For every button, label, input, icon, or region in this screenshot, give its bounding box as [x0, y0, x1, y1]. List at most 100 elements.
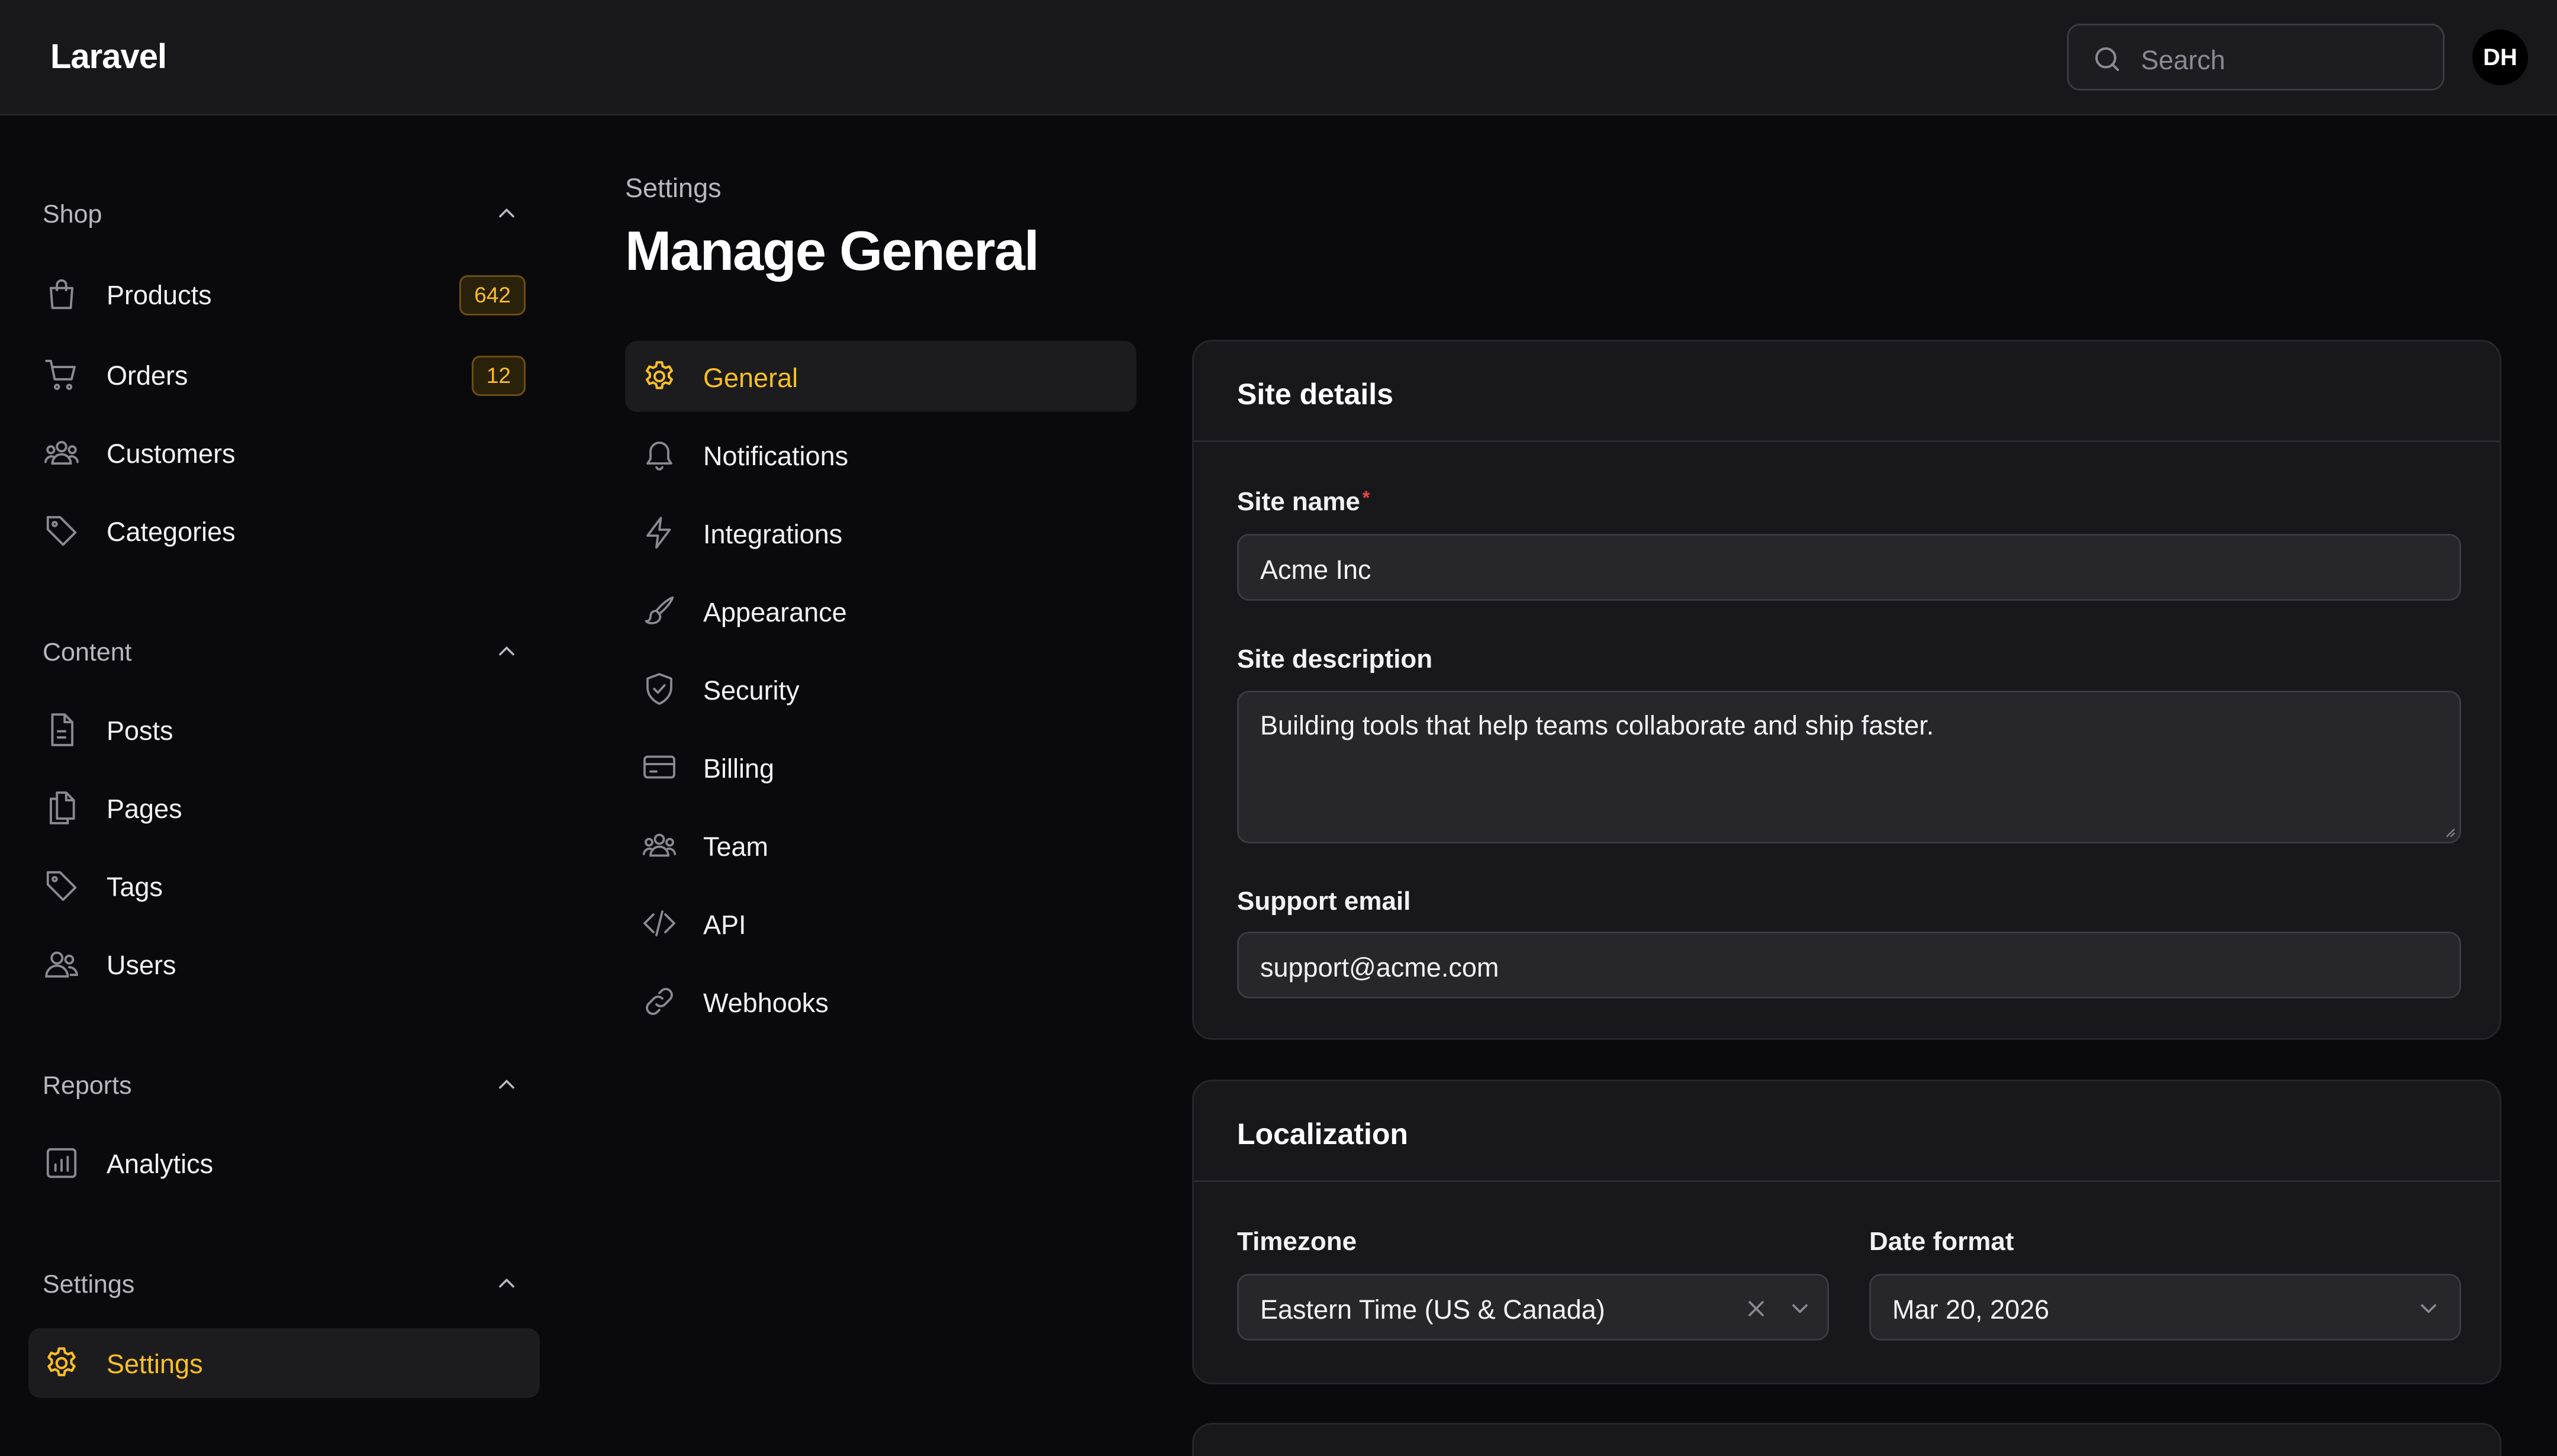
support-email-value: support@acme.com	[1260, 952, 1499, 983]
subnav-item-team[interactable]: Team	[625, 810, 1136, 881]
chevron-up-icon[interactable]	[494, 200, 520, 226]
sidebar-item-label: Users	[107, 950, 176, 980]
subnav-label: Webhooks	[703, 988, 829, 1018]
sidebar-item-label: Categories	[107, 517, 236, 547]
required-indicator: *	[1362, 487, 1370, 508]
count-badge: 642	[459, 275, 526, 315]
sidebar-item-customers[interactable]: Customers	[28, 418, 540, 488]
sidebar-item-label: Tags	[107, 872, 163, 902]
clear-icon[interactable]	[1743, 1296, 1769, 1322]
top-bar: Laravel Search DH	[0, 0, 2557, 115]
chevron-up-icon[interactable]	[494, 1071, 520, 1097]
card-header: Localization	[1194, 1081, 2500, 1182]
users-icon	[45, 951, 78, 978]
subnav-label: Notifications	[703, 441, 849, 471]
avatar[interactable]: DH	[2472, 30, 2528, 85]
tag-icon	[46, 516, 77, 546]
search-input[interactable]: Search	[2141, 45, 2226, 76]
subnav-label: Billing	[703, 753, 775, 784]
tag-icon	[46, 871, 77, 901]
shopping-bag-icon	[49, 279, 74, 310]
sidebar-item-tags[interactable]: Tags	[28, 851, 540, 921]
shopping-cart-icon	[45, 359, 76, 390]
subnav-item-security[interactable]: Security	[625, 653, 1136, 724]
sidebar-item-label: Orders	[107, 360, 188, 391]
support-email-field[interactable]: support@acme.com	[1237, 932, 2461, 998]
subnav-label: General	[703, 363, 798, 393]
timezone-label: Timezone	[1237, 1227, 1357, 1256]
link-icon	[646, 988, 673, 1015]
sidebar-item-orders[interactable]: Orders 12	[28, 340, 540, 410]
chevron-down-icon[interactable]	[2416, 1296, 2442, 1322]
sidebar-item-pages[interactable]: Pages	[28, 773, 540, 843]
chevron-up-icon[interactable]	[494, 638, 520, 664]
support-email-label: Support email	[1237, 887, 1411, 916]
gear-icon	[47, 1347, 76, 1377]
timezone-value: Eastern Time (US & Canada)	[1260, 1294, 1605, 1325]
card-title: Localization	[1237, 1117, 1408, 1151]
sidebar-item-label: Pages	[107, 794, 182, 824]
subnav-item-api[interactable]: API	[625, 888, 1136, 959]
subnav-item-general[interactable]: General	[625, 341, 1136, 412]
site-description-label: Site description	[1237, 645, 1433, 674]
sidebar-item-analytics[interactable]: Analytics	[28, 1128, 540, 1198]
subnav-label: API	[703, 910, 746, 940]
sidebar-item-users[interactable]: Users	[28, 929, 540, 999]
site-name-field[interactable]: Acme Inc	[1237, 534, 2461, 601]
timezone-select[interactable]: Eastern Time (US & Canada)	[1237, 1274, 1829, 1341]
subnav-label: Security	[703, 675, 800, 706]
sidebar-item-posts[interactable]: Posts	[28, 695, 540, 765]
count-badge: 12	[471, 356, 526, 396]
documents-icon	[49, 791, 75, 824]
credit-card-icon	[643, 755, 675, 779]
date-format-select[interactable]: Mar 20, 2026	[1869, 1274, 2461, 1341]
site-name-value: Acme Inc	[1260, 555, 1371, 585]
sidebar-group-reports-title[interactable]: Reports	[43, 1071, 132, 1100]
breadcrumb[interactable]: Settings	[625, 173, 722, 204]
site-description-textarea[interactable]: Building tools that help teams collabora…	[1237, 691, 2461, 843]
sidebar-item-label: Customers	[107, 439, 236, 469]
next-section-card	[1192, 1423, 2501, 1456]
card-title: Site details	[1237, 378, 1393, 411]
sidebar-item-products[interactable]: Products 642	[28, 259, 540, 329]
subnav-item-notifications[interactable]: Notifications	[625, 419, 1136, 490]
sidebar-item-categories[interactable]: Categories	[28, 496, 540, 566]
gear-icon	[646, 361, 673, 389]
card-header: Site details	[1194, 342, 2500, 442]
subnav-label: Appearance	[703, 597, 847, 627]
shield-check-icon	[646, 673, 672, 705]
subnav-item-webhooks[interactable]: Webhooks	[625, 966, 1136, 1037]
site-description-value: Building tools that help teams collabora…	[1260, 710, 1934, 740]
subnav-label: Team	[703, 832, 769, 862]
chevron-down-icon[interactable]	[1787, 1296, 1813, 1322]
chart-bar-icon	[46, 1148, 77, 1178]
site-details-card: Site details Site name * Acme Inc Site de…	[1192, 340, 2501, 1040]
sidebar-item-label: Posts	[107, 716, 173, 746]
users-group-icon	[44, 440, 79, 465]
brand-logo[interactable]: Laravel	[50, 37, 167, 76]
sidebar-item-label: Settings	[107, 1349, 203, 1379]
sidebar-item-settings[interactable]: Settings	[28, 1328, 540, 1398]
site-name-label: Site name *	[1237, 487, 1370, 516]
date-format-label: Date format	[1869, 1227, 2014, 1256]
sidebar-group-shop-title[interactable]: Shop	[43, 200, 102, 229]
sidebar-item-label: Analytics	[107, 1149, 214, 1179]
document-icon	[51, 713, 74, 746]
bell-icon	[646, 442, 672, 471]
resize-handle-icon[interactable]	[2443, 825, 2456, 838]
paint-brush-icon	[645, 596, 674, 624]
date-format-value: Mar 20, 2026	[1892, 1294, 2050, 1325]
chevron-up-icon[interactable]	[494, 1270, 520, 1296]
subnav-label: Integrations	[703, 519, 843, 549]
subnav-item-integrations[interactable]: Integrations	[625, 497, 1136, 568]
bolt-icon	[646, 517, 671, 549]
subnav-item-appearance[interactable]: Appearance	[625, 575, 1136, 646]
code-icon	[643, 910, 675, 936]
sidebar-group-settings-title[interactable]: Settings	[43, 1270, 134, 1299]
search-icon	[2095, 47, 2120, 72]
sidebar-group-content-title[interactable]: Content	[43, 638, 132, 667]
search-box[interactable]: Search	[2067, 24, 2445, 91]
sidebar-item-label: Products	[107, 280, 212, 310]
subnav-item-billing[interactable]: Billing	[625, 732, 1136, 803]
localization-card: Localization Timezone Eastern Time (US &…	[1192, 1080, 2501, 1384]
